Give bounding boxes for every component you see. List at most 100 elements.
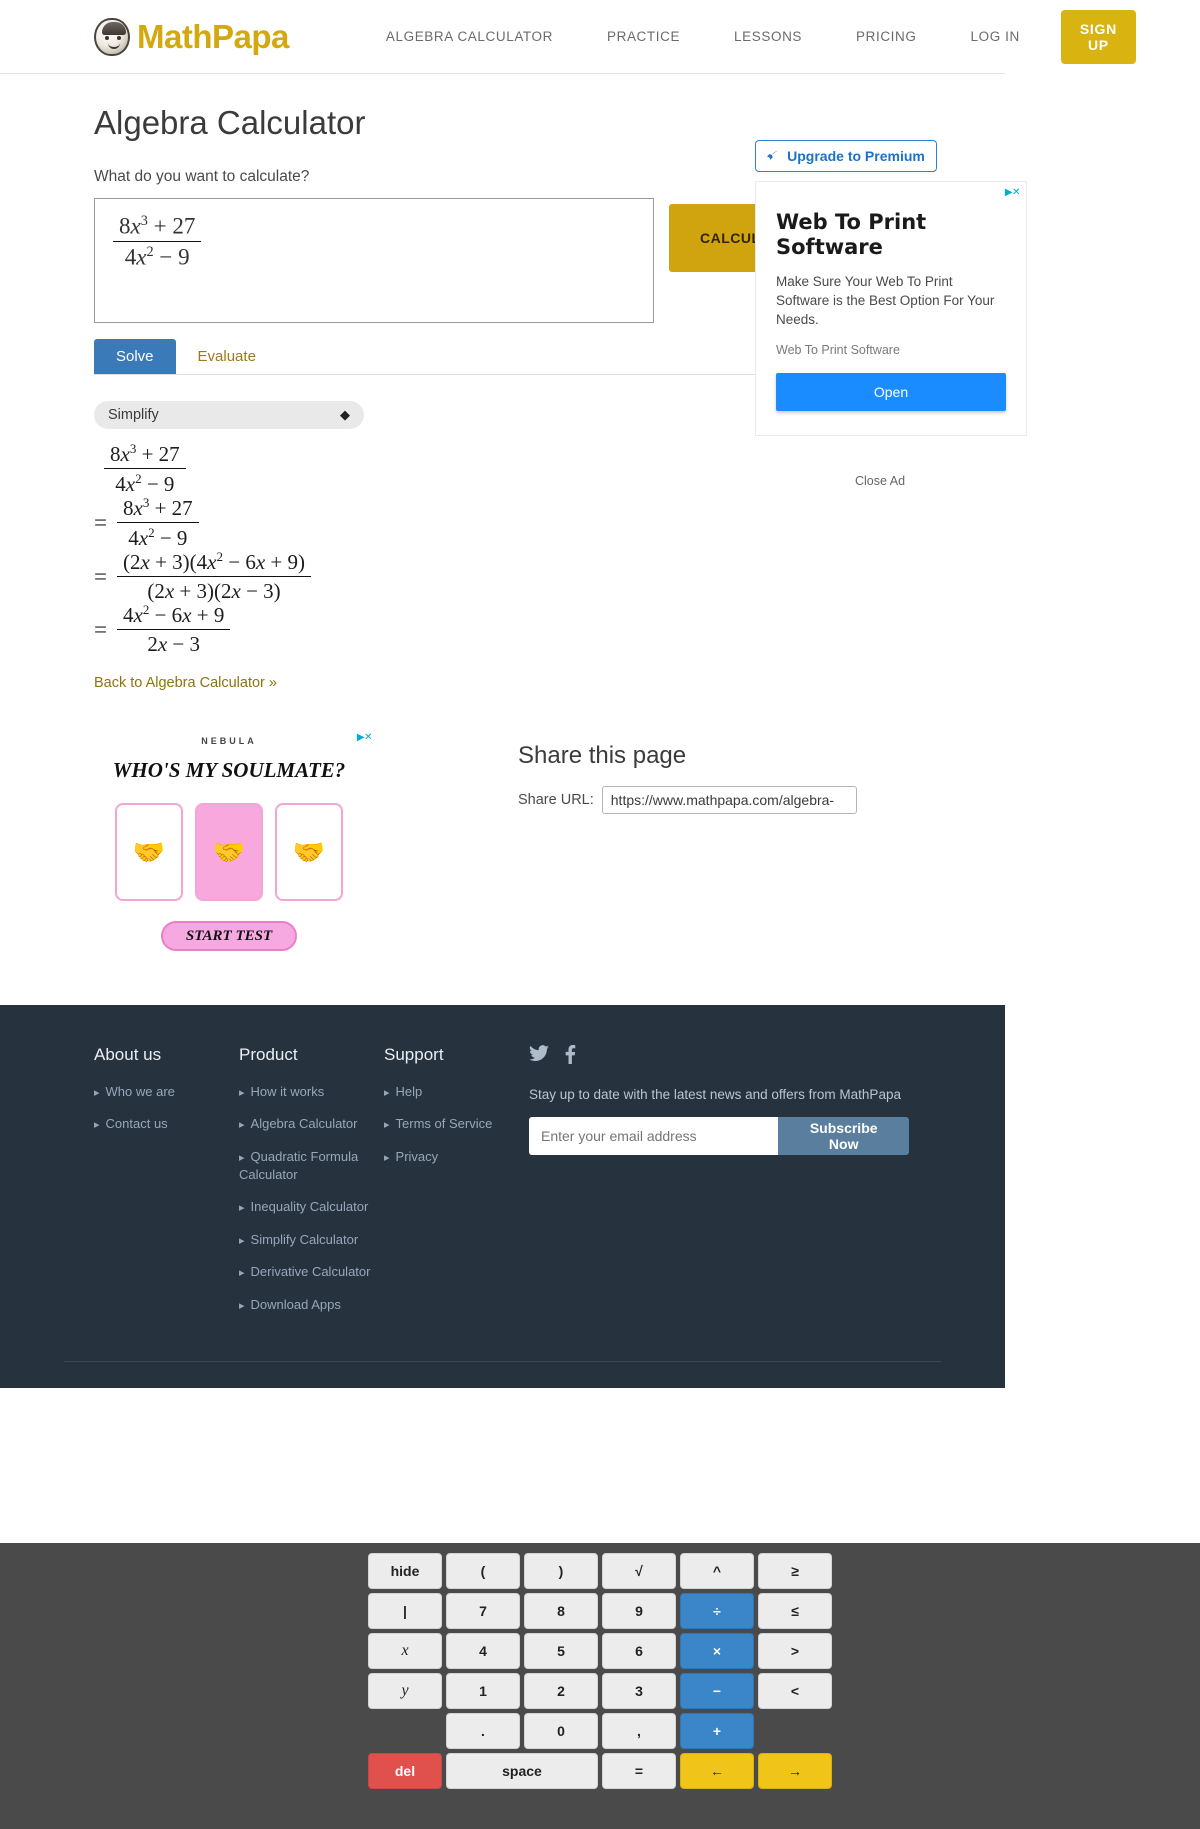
key-4[interactable]: 4 [446,1633,520,1669]
key-decimal[interactable]: . [446,1713,520,1749]
key-bar[interactable]: | [368,1593,442,1629]
keyboard-row: x 4 5 6 × > [0,1633,1200,1669]
sign-up-button[interactable]: SIGN UP [1060,9,1136,64]
share-url-label: Share URL: [518,792,594,808]
key-caret[interactable]: ^ [680,1553,754,1589]
facebook-icon[interactable] [565,1045,576,1069]
footer-column-product: Product How it works Algebra Calculator … [239,1045,384,1328]
step-denominator: (2x + 3)(2x − 3) [147,579,281,603]
key-spacer [758,1713,832,1749]
key-spacer [368,1713,442,1749]
main-nav: ALGEBRA CALCULATOR PRACTICE LESSONS PRIC… [359,9,1136,64]
key-9[interactable]: 9 [602,1593,676,1629]
key-sqrt[interactable]: √ [602,1553,676,1589]
keyboard-row: hide ( ) √ ^ ≥ [0,1553,1200,1589]
key-arrow-right[interactable]: → [758,1753,832,1789]
footer-column-support: Support Help Terms of Service Privacy [384,1045,529,1328]
footer-link-contact-us[interactable]: Contact us [94,1115,239,1133]
step-equals: = [94,563,107,589]
nav-item-lessons[interactable]: LESSONS [707,29,829,44]
solution-step: = 8x3 + 27 4x2 − 9 [94,495,1005,551]
expression-input[interactable]: 8x3 + 27 4x2 − 9 [94,198,654,323]
key-5[interactable]: 5 [524,1633,598,1669]
key-divide[interactable]: ÷ [680,1593,754,1629]
sidebar-ad[interactable]: ▶✕ Web To Print Software Make Sure Your … [755,181,1027,436]
key-6[interactable]: 6 [602,1633,676,1669]
operation-select[interactable]: Simplify ◆ [94,401,364,429]
rocket-icon [767,150,780,160]
footer-link-inequality-calculator[interactable]: Inequality Calculator [239,1198,384,1216]
key-plus[interactable]: + [680,1713,754,1749]
footer-link-download-apps[interactable]: Download Apps [239,1296,384,1314]
footer-link-derivative-calculator[interactable]: Derivative Calculator [239,1263,384,1281]
key-multiply[interactable]: × [680,1633,754,1669]
nav-item-log-in[interactable]: LOG IN [944,29,1047,44]
footer-link-simplify-calculator[interactable]: Simplify Calculator [239,1231,384,1249]
ad-choices-icon[interactable]: ▶✕ [357,732,373,743]
nebula-ad[interactable]: ▶✕ NEBULA WHO'S MY SOULMATE? 🤝 🤝 🤝 START… [94,732,373,951]
solution-step: = 4x2 − 6x + 9 2x − 3 [94,602,1005,657]
tab-solve[interactable]: Solve [94,339,176,374]
footer-link-privacy[interactable]: Privacy [384,1148,529,1166]
step-numerator: 8x3 + 27 [104,441,186,469]
key-greater-than[interactable]: > [758,1633,832,1669]
right-rail: Upgrade to Premium ▶✕ Web To Print Softw… [755,140,1027,488]
footer-link-help[interactable]: Help [384,1083,529,1101]
share-url-input[interactable] [601,786,857,814]
logo[interactable]: MathPapa [94,17,289,56]
nav-item-algebra-calculator[interactable]: ALGEBRA CALCULATOR [359,29,580,44]
handshake-card: 🤝 [115,803,183,901]
step-equals: = [94,510,107,535]
step-denominator: 2x − 3 [147,632,200,656]
back-to-algebra-calculator-link[interactable]: Back to Algebra Calculator » [94,675,277,691]
nav-item-pricing[interactable]: PRICING [829,29,943,44]
key-7[interactable]: 7 [446,1593,520,1629]
key-comma[interactable]: , [602,1713,676,1749]
key-arrow-left[interactable]: ← [680,1753,754,1789]
input-numerator: 8x3 + 27 [113,213,202,242]
input-denominator: 4x2 − 9 [124,243,190,270]
key-8[interactable]: 8 [524,1593,598,1629]
key-less-equal[interactable]: ≤ [758,1593,832,1629]
key-0[interactable]: 0 [524,1713,598,1749]
footer-link-how-it-works[interactable]: How it works [239,1083,384,1101]
key-2[interactable]: 2 [524,1673,598,1709]
twitter-icon[interactable] [529,1045,549,1069]
footer-heading: Product [239,1045,298,1064]
upgrade-to-premium-button[interactable]: Upgrade to Premium [755,140,937,172]
key-close-paren[interactable]: ) [524,1553,598,1589]
footer-link-quadratic-formula-calculator[interactable]: Quadratic Formula Calculator [239,1148,384,1185]
start-test-button[interactable]: START TEST [161,921,297,951]
ad-source: Web To Print Software [776,343,900,357]
mode-tabs: Solve Evaluate [94,339,779,375]
key-1[interactable]: 1 [446,1673,520,1709]
key-delete[interactable]: del [368,1753,442,1789]
close-ad-link[interactable]: Close Ad [755,474,1005,488]
key-less-than[interactable]: < [758,1673,832,1709]
key-3[interactable]: 3 [602,1673,676,1709]
footer-link-terms-of-service[interactable]: Terms of Service [384,1115,529,1133]
email-field[interactable] [529,1117,779,1155]
step-fraction: 8x3 + 27 4x2 − 9 [104,441,186,497]
page-root: MathPapa ALGEBRA CALCULATOR PRACTICE LES… [0,0,1136,1388]
key-greater-equal[interactable]: ≥ [758,1553,832,1589]
key-space[interactable]: space [446,1753,598,1789]
step-fraction: 4x2 − 6x + 9 2x − 3 [116,602,231,657]
subscribe-now-button[interactable]: Subscribe Now [778,1117,909,1155]
key-x[interactable]: x [368,1633,442,1669]
step-denominator: 4x2 − 9 [128,525,188,550]
share-row: Share URL: [518,786,938,814]
ad-open-button[interactable]: Open [776,373,1006,411]
key-open-paren[interactable]: ( [446,1553,520,1589]
key-equals[interactable]: = [602,1753,676,1789]
ad-choices-icon[interactable]: ▶✕ [1005,187,1021,198]
footer-link-algebra-calculator[interactable]: Algebra Calculator [239,1115,384,1133]
handshake-card: 🤝 [195,803,263,901]
key-y[interactable]: y [368,1673,442,1709]
key-hide[interactable]: hide [368,1553,442,1589]
nav-item-practice[interactable]: PRACTICE [580,29,707,44]
key-minus[interactable]: − [680,1673,754,1709]
tab-evaluate[interactable]: Evaluate [176,339,278,374]
footer-columns: About us Who we are Contact us Product H… [94,1045,1005,1328]
footer-link-who-we-are[interactable]: Who we are [94,1083,239,1101]
